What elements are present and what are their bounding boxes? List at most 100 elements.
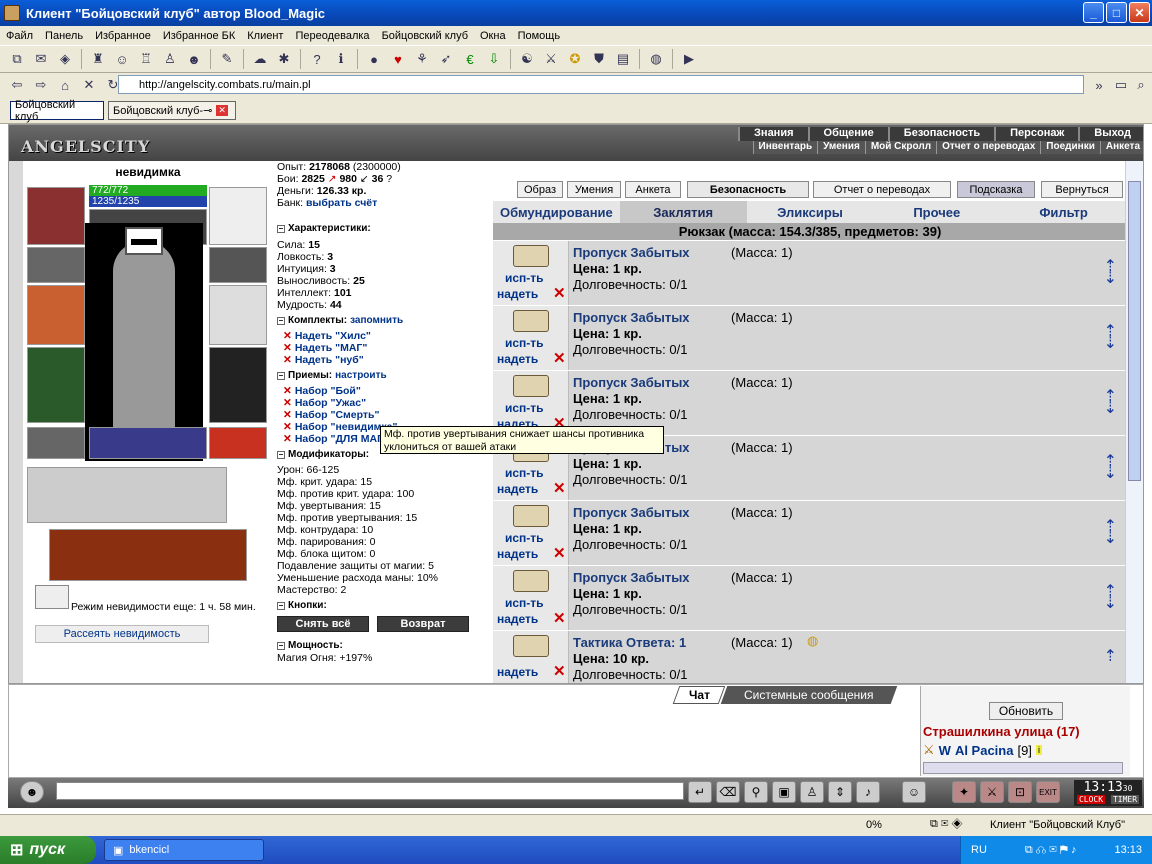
person-icon[interactable]: ♙ xyxy=(800,781,824,803)
eraser-icon[interactable]: ⌫ xyxy=(716,781,740,803)
smile-icon[interactable]: ☻ xyxy=(20,781,44,803)
wing-icon[interactable]: ⚘ xyxy=(411,48,433,70)
wear-link[interactable]: надеть xyxy=(497,352,538,366)
subnav-scroll[interactable]: Мой Скролл xyxy=(864,141,936,154)
online-hscrollbar[interactable] xyxy=(923,762,1123,774)
guard-icon[interactable]: ⛊ xyxy=(588,48,610,70)
stop-icon[interactable]: ✕ xyxy=(78,74,100,96)
move-arrows-icon[interactable]: ⇡ ⇣ xyxy=(1104,454,1117,482)
item-name[interactable]: Тактика Ответа: 1 xyxy=(573,635,686,650)
menu-fight-club[interactable]: Бойцовский клуб xyxy=(376,30,474,42)
home-icon[interactable]: ⌂ xyxy=(54,74,76,96)
subnav-transfers[interactable]: Отчет о переводах xyxy=(936,141,1040,154)
helmet-slot[interactable] xyxy=(27,187,85,245)
menu-help[interactable]: Помощь xyxy=(512,30,567,42)
emoji-icon[interactable]: ☺ xyxy=(902,781,926,803)
chat-icon[interactable]: ☁ xyxy=(249,48,271,70)
minimize-button[interactable]: _ xyxy=(1083,2,1104,23)
sets-header[interactable]: – Комплекты: запомнить xyxy=(277,315,491,327)
url-input[interactable]: http://angelscity.combats.ru/main.pl xyxy=(118,75,1084,94)
shield-icon[interactable]: ◈ xyxy=(54,48,76,70)
characteristics-header[interactable]: – Характеристики: xyxy=(277,223,491,235)
tab-equipment[interactable]: Обмундирование xyxy=(493,201,620,223)
language-indicator[interactable]: RU xyxy=(971,844,987,856)
user-icon[interactable]: ♙ xyxy=(159,48,181,70)
page-icon[interactable]: ▭ xyxy=(1110,74,1132,96)
remember-set-link[interactable]: запомнить xyxy=(350,315,403,327)
move-arrows-icon[interactable]: ⇡ ⇣ xyxy=(1104,324,1117,352)
buttons-header[interactable]: – Кнопки: xyxy=(277,600,491,612)
delete-icon[interactable]: ✕ xyxy=(553,609,566,627)
medal-icon[interactable]: ✪ xyxy=(564,48,586,70)
save-icon[interactable]: ▣ xyxy=(772,781,796,803)
tab-fight-club-2[interactable]: Бойцовский клуб-⊸ ✕ xyxy=(108,101,236,120)
globe-icon[interactable]: ◍ xyxy=(645,48,667,70)
delete-icon[interactable]: ✕ xyxy=(553,479,566,497)
nav-exit[interactable]: Выход xyxy=(1078,127,1143,141)
wear-link[interactable]: надеть xyxy=(497,665,538,679)
hint-button[interactable]: Подсказка xyxy=(957,181,1035,198)
use-link[interactable]: исп-ть xyxy=(505,531,544,545)
scroll-lock-icon[interactable]: ⇕ xyxy=(828,781,852,803)
close-icon[interactable]: ✕ xyxy=(216,105,228,116)
bug-icon[interactable]: ✱ xyxy=(273,48,295,70)
enter-icon[interactable]: ↵ xyxy=(688,781,712,803)
users-icon[interactable]: ☺ xyxy=(111,48,133,70)
menu-favorites[interactable]: Избранное xyxy=(89,30,157,42)
search-icon[interactable]: ⌕ xyxy=(1130,74,1152,96)
arrow-icon[interactable]: ➶ xyxy=(435,48,457,70)
menu-favorites-bk[interactable]: Избранное БК xyxy=(157,30,241,42)
heart-icon[interactable]: ♥ xyxy=(387,48,409,70)
sword-icon[interactable]: ⚔ xyxy=(980,781,1004,803)
transfers-report-button[interactable]: Отчет о переводах xyxy=(813,181,951,198)
tool-icon[interactable]: ✎ xyxy=(216,48,238,70)
subnav-fights[interactable]: Поединки xyxy=(1040,141,1100,154)
belt-slot[interactable] xyxy=(27,427,85,459)
gem-slots[interactable] xyxy=(89,427,207,459)
inventory-scrollbar[interactable] xyxy=(1125,161,1143,683)
go-icon[interactable]: » xyxy=(1088,74,1110,96)
back-button[interactable]: Вернуться xyxy=(1041,181,1123,198)
start-button[interactable]: ⊞ пуск xyxy=(0,836,96,864)
amulet-slot[interactable] xyxy=(209,187,267,245)
tab-other[interactable]: Прочее xyxy=(873,201,1000,223)
move-arrows-icon[interactable]: ⇡ ⇣ xyxy=(1104,584,1117,612)
move-arrows-icon[interactable]: ⇡ ⇣ xyxy=(1104,519,1117,547)
nav-character[interactable]: Персонаж xyxy=(994,127,1078,141)
delete-icon[interactable]: ✕ xyxy=(553,284,566,302)
menu-client[interactable]: Клиент xyxy=(241,30,289,42)
chat-input[interactable] xyxy=(56,782,684,800)
item-name[interactable]: Пропуск Забытых xyxy=(573,245,690,260)
technique-item[interactable]: Набор "Смерть" xyxy=(295,409,380,421)
taskbar-item[interactable]: ▣ bkencicl xyxy=(104,839,264,861)
configure-link[interactable]: настроить xyxy=(335,370,386,382)
spell-icon[interactable]: ✦ xyxy=(952,781,976,803)
send-icon[interactable]: ▶ xyxy=(678,48,700,70)
bracers-slot[interactable] xyxy=(27,247,85,283)
user-name[interactable]: Al Pacina xyxy=(955,743,1014,758)
techniques-header[interactable]: – Приемы: настроить xyxy=(277,370,491,382)
delete-icon[interactable]: ✕ xyxy=(553,349,566,367)
timer-button[interactable]: TIMER xyxy=(1110,795,1140,804)
tab-spells[interactable]: Заклятия xyxy=(619,201,747,223)
use-link[interactable]: исп-ть xyxy=(505,401,544,415)
item-name[interactable]: Пропуск Забытых xyxy=(573,570,690,585)
question-icon[interactable]: ? xyxy=(306,48,328,70)
euro-icon[interactable]: € xyxy=(459,48,481,70)
refresh-button[interactable]: Обновить xyxy=(989,702,1063,720)
weapon-slot[interactable] xyxy=(27,285,85,345)
wear-link[interactable]: надеть xyxy=(497,612,538,626)
down-arrow-icon[interactable]: ⇩ xyxy=(483,48,505,70)
item-name[interactable]: Пропуск Забытых xyxy=(573,505,690,520)
set-item[interactable]: Надеть "МАГ" xyxy=(295,342,368,354)
shield-slot[interactable] xyxy=(209,285,267,345)
skills-button[interactable]: Умения xyxy=(567,181,621,198)
helmet-icon[interactable]: ♜ xyxy=(87,48,109,70)
back-icon[interactable]: ⇦ xyxy=(6,74,28,96)
use-link[interactable]: исп-ть xyxy=(505,271,544,285)
power-header[interactable]: – Мощность: xyxy=(277,640,491,652)
set-item[interactable]: Надеть "Хилс" xyxy=(295,330,371,342)
copy-icon[interactable]: ⧉ xyxy=(6,48,28,70)
technique-item[interactable]: Набор "Бой" xyxy=(295,385,361,397)
mail-icon[interactable]: ✉ xyxy=(30,48,52,70)
